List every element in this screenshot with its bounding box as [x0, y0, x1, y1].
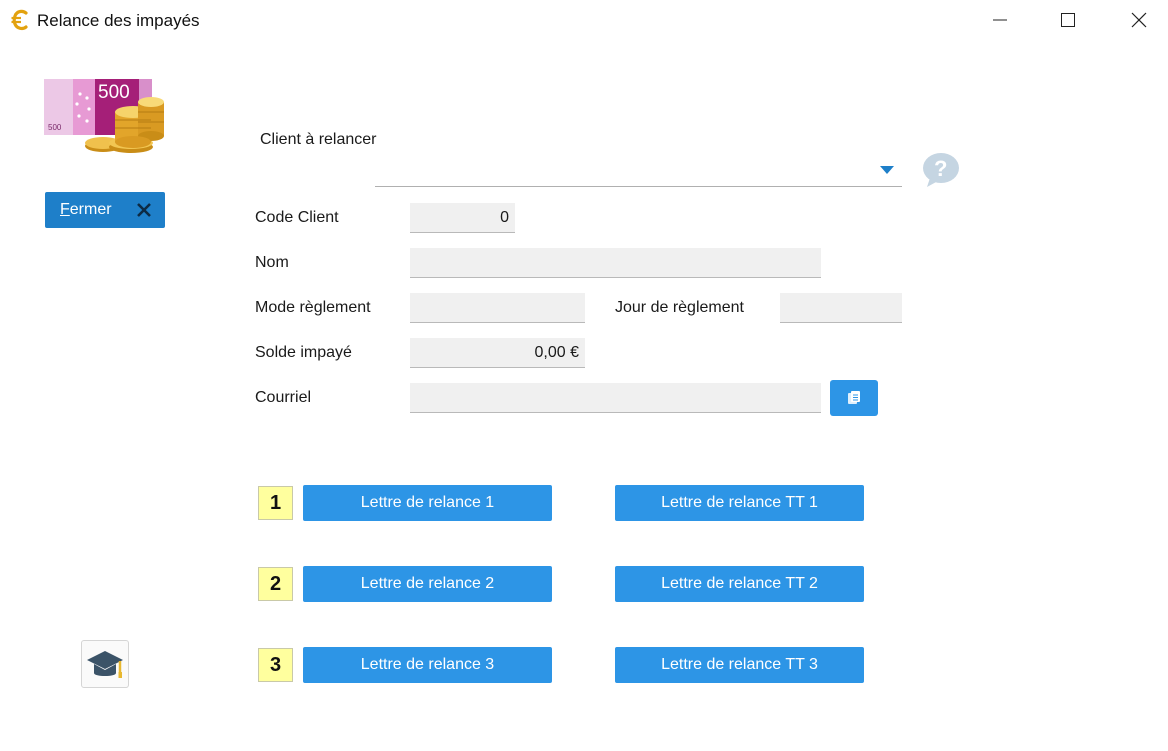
courriel-label: Courriel — [255, 389, 312, 406]
nom-label: Nom — [255, 254, 289, 271]
client-combobox[interactable] — [375, 150, 902, 187]
window-title: Relance des impayés — [37, 11, 200, 30]
solde-field[interactable]: 0,00 € — [410, 338, 585, 368]
lettre-relance-3-button[interactable]: Lettre de relance 3 — [303, 647, 552, 683]
relance-number-1: 1 — [258, 486, 293, 520]
relance-number-2: 2 — [258, 567, 293, 601]
courriel-action-button[interactable] — [830, 380, 878, 416]
close-x-icon — [137, 203, 151, 217]
maximize-icon — [1061, 13, 1075, 27]
close-button-label: Fermer — [60, 201, 112, 218]
maximize-button[interactable] — [1045, 0, 1091, 40]
copy-icon — [848, 391, 860, 404]
minimize-button[interactable] — [977, 0, 1023, 40]
lettre-relance-tt-2-button[interactable]: Lettre de relance TT 2 — [615, 566, 864, 602]
relance-number-3: 3 — [258, 648, 293, 682]
code-client-field[interactable]: 0 — [410, 203, 515, 233]
mode-reglement-field[interactable] — [410, 293, 585, 323]
minimize-icon — [993, 19, 1007, 21]
money-illustration: 500 500 — [44, 79, 164, 153]
nom-field[interactable] — [410, 248, 821, 278]
title-bar: Relance des impayés — [0, 0, 1168, 40]
lettre-relance-1-button[interactable]: Lettre de relance 1 — [303, 485, 552, 521]
lettre-relance-tt-1-button[interactable]: Lettre de relance TT 1 — [615, 485, 864, 521]
solde-label: Solde impayé — [255, 344, 352, 361]
banknote-value: 500 — [98, 82, 130, 103]
close-icon — [1131, 12, 1147, 28]
svg-text:?: ? — [934, 156, 947, 181]
help-icon[interactable]: ? — [921, 151, 961, 189]
courriel-field[interactable] — [410, 383, 821, 413]
banknote-small-value: 500 — [48, 123, 62, 132]
jour-reglement-field[interactable] — [780, 293, 902, 323]
code-client-label: Code Client — [255, 209, 339, 226]
euro-icon — [11, 9, 28, 31]
mode-reglement-label: Mode règlement — [255, 299, 371, 316]
lettre-relance-2-button[interactable]: Lettre de relance 2 — [303, 566, 552, 602]
close-window-button[interactable] — [1116, 0, 1162, 40]
client-label: Client à relancer — [260, 131, 377, 148]
lettre-relance-tt-3-button[interactable]: Lettre de relance TT 3 — [615, 647, 864, 683]
jour-reglement-label: Jour de règlement — [615, 299, 744, 316]
close-button[interactable]: Fermer — [45, 192, 165, 228]
graduation-cap-icon — [87, 651, 123, 678]
chevron-down-icon[interactable] — [880, 166, 894, 174]
tutorial-button[interactable] — [81, 640, 129, 688]
